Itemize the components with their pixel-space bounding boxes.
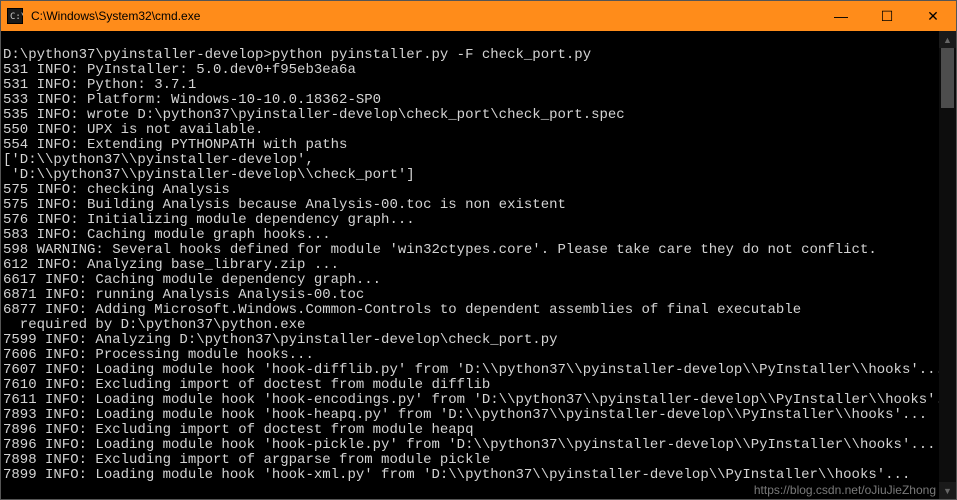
scroll-track[interactable] [939,48,956,482]
terminal-output[interactable]: D:\python37\pyinstaller-develop>python p… [1,31,939,499]
cmd-window: C:\ C:\Windows\System32\cmd.exe — ☐ ✕ D:… [0,0,957,500]
scroll-thumb[interactable] [941,48,954,108]
scroll-up-button[interactable]: ▲ [939,31,956,48]
window-title: C:\Windows\System32\cmd.exe [29,9,200,23]
scroll-down-button[interactable]: ▼ [939,482,956,499]
minimize-button[interactable]: — [818,1,864,31]
maximize-button[interactable]: ☐ [864,1,910,31]
close-button[interactable]: ✕ [910,1,956,31]
cmd-icon: C:\ [7,8,23,24]
title-bar[interactable]: C:\ C:\Windows\System32\cmd.exe — ☐ ✕ [1,1,956,31]
terminal-area: D:\python37\pyinstaller-develop>python p… [1,31,956,499]
svg-text:C:\: C:\ [10,12,23,22]
vertical-scrollbar[interactable]: ▲ ▼ [939,31,956,499]
